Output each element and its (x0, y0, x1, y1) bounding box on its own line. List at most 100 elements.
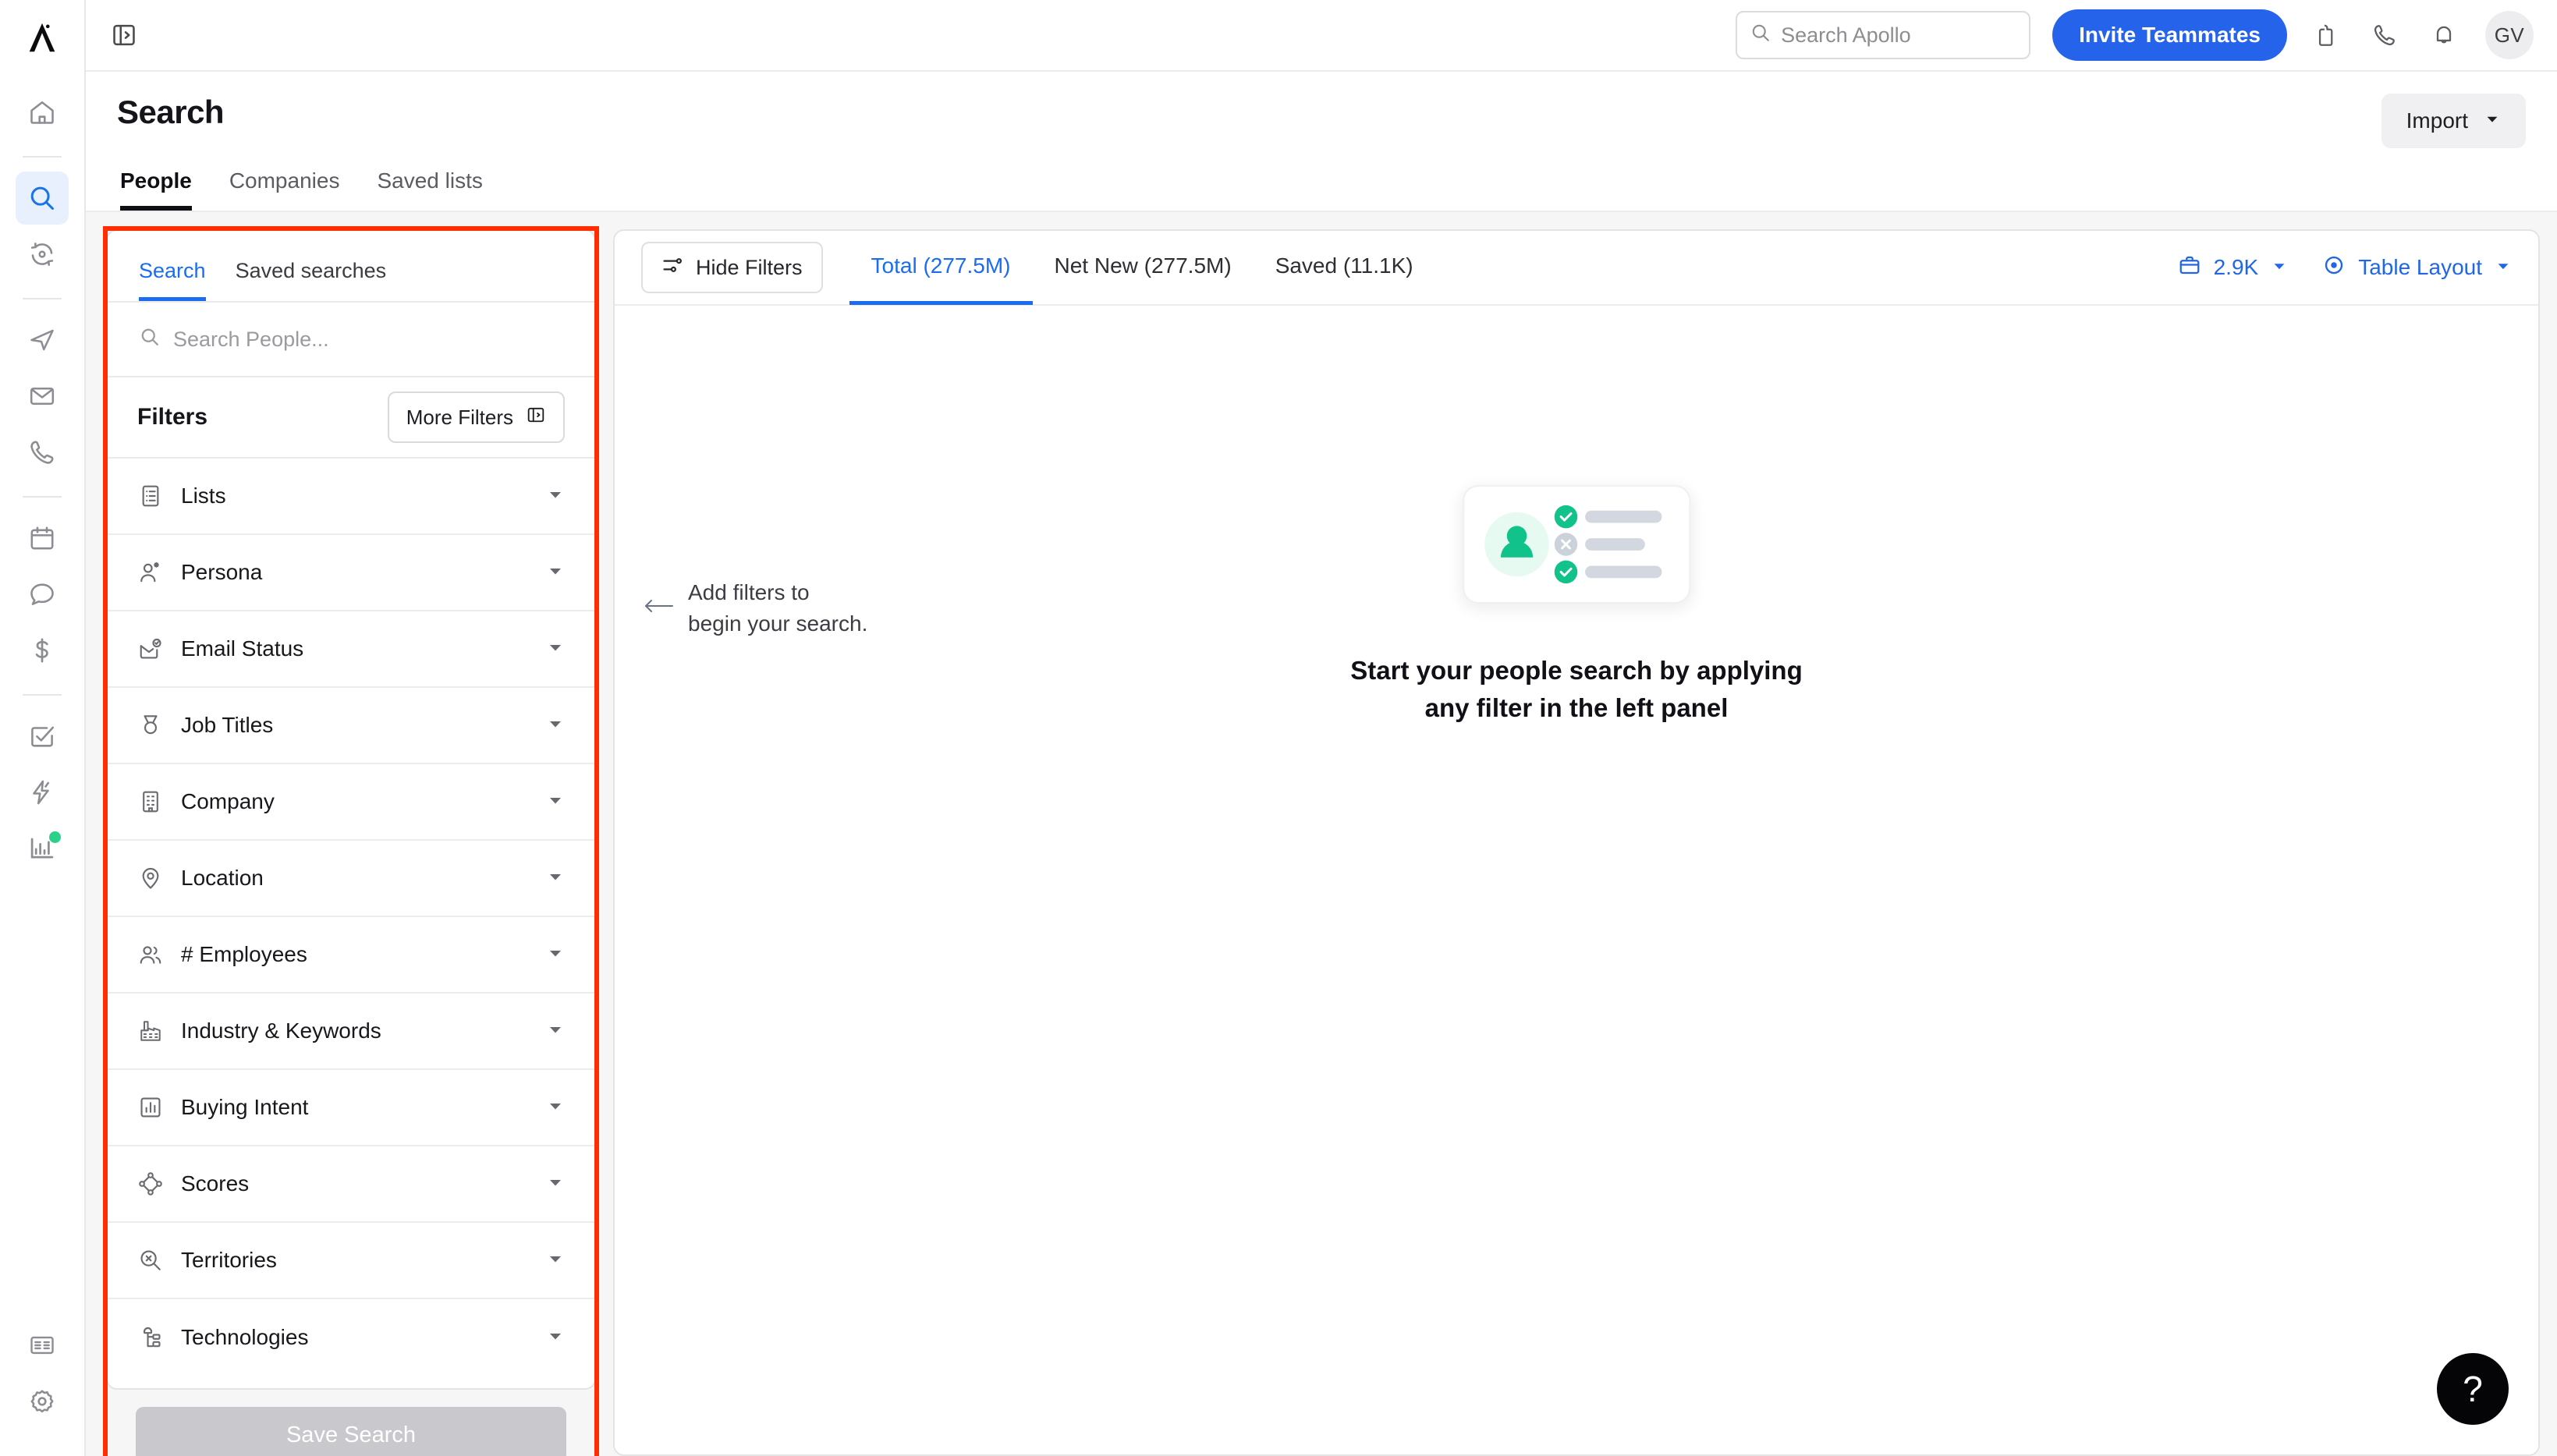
scores-icon (137, 1171, 164, 1197)
table-layout-button[interactable]: Table Layout (2322, 253, 2512, 282)
search-people-placeholder: Search People... (173, 328, 329, 352)
filter-row-label: Persona (181, 560, 262, 585)
caret-down-icon (546, 1249, 565, 1272)
more-filters-button[interactable]: More Filters (388, 391, 565, 443)
rail-item-meetings[interactable] (16, 512, 69, 565)
arrow-left-icon (643, 594, 674, 622)
filters-label: Filters (137, 404, 207, 430)
filter-row-location[interactable]: Location (108, 841, 594, 917)
sidebar-collapse-icon[interactable] (103, 14, 145, 56)
search-icon (1750, 22, 1771, 49)
filter-row-employees[interactable]: # Employees (108, 917, 594, 994)
table-layout-label: Table Layout (2358, 255, 2482, 280)
filter-row-scores[interactable]: Scores (108, 1146, 594, 1223)
caret-down-icon (546, 485, 565, 508)
building-icon (137, 788, 164, 815)
rail-item-enrich[interactable] (16, 228, 69, 281)
results-panel: Hide Filters Total (277.5M) Net New (277… (613, 229, 2540, 1456)
territories-icon (137, 1247, 164, 1274)
import-label: Import (2406, 108, 2468, 133)
page-tabs: People Companies Saved lists (117, 168, 2526, 211)
results-tab-total-label: Total (277.5M) (871, 253, 1011, 278)
filter-row-label: Lists (181, 484, 226, 508)
invite-teammates-button[interactable]: Invite Teammates (2052, 9, 2287, 61)
filter-row-territories[interactable]: Territories (108, 1223, 594, 1299)
search-icon (139, 326, 161, 353)
empty-state-title: Start your people search by applying any… (1350, 652, 1802, 727)
rail-item-news[interactable] (16, 1319, 69, 1372)
filter-row-job-titles[interactable]: Job Titles (108, 688, 594, 764)
filter-row-buying-intent[interactable]: Buying Intent (108, 1070, 594, 1146)
rail-item-search[interactable] (16, 172, 69, 225)
rail-item-conversations[interactable] (16, 568, 69, 621)
filter-row-label: Job Titles (181, 713, 273, 738)
results-tab-net-new[interactable]: Net New (277.5M) (1033, 230, 1254, 305)
filter-row-label: Buying Intent (181, 1095, 308, 1120)
avatar[interactable]: GV (2485, 11, 2534, 59)
rail-item-sequences[interactable] (16, 314, 69, 367)
filter-tab-search[interactable]: Search (139, 259, 206, 301)
invite-teammates-label: Invite Teammates (2079, 23, 2261, 48)
bar-chart-icon (137, 1094, 164, 1121)
rail-item-deals[interactable] (16, 624, 69, 677)
filter-row-industry-keywords[interactable]: Industry & Keywords (108, 994, 594, 1070)
caret-down-icon (546, 714, 565, 737)
rail-item-tasks[interactable] (16, 710, 69, 763)
tab-saved-lists[interactable]: Saved lists (377, 168, 482, 211)
bell-icon[interactable] (2423, 14, 2465, 56)
apollo-logo-icon[interactable] (21, 17, 63, 59)
add-filters-hint-text: Add filters to begin your search. (688, 577, 867, 639)
tab-people[interactable]: People (120, 168, 192, 211)
results-tab-total[interactable]: Total (277.5M) (849, 230, 1033, 305)
filter-row-lists[interactable]: Lists (108, 459, 594, 535)
app-root: Search Apollo Invite Teammates (0, 0, 2557, 1456)
rail-divider (23, 156, 62, 158)
phone-icon[interactable] (2364, 14, 2406, 56)
filter-tab-saved-searches[interactable]: Saved searches (236, 259, 387, 301)
filter-row-persona[interactable]: Persona (108, 535, 594, 611)
rail-divider (23, 496, 62, 498)
hide-filters-button[interactable]: Hide Filters (641, 242, 823, 293)
global-search-placeholder: Search Apollo (1781, 23, 1911, 48)
caret-down-icon (546, 944, 565, 966)
rail-item-settings[interactable] (16, 1375, 69, 1428)
page-title: Search (117, 94, 224, 131)
persona-icon (137, 559, 164, 586)
tab-saved-lists-label: Saved lists (377, 168, 482, 193)
results-tabs: Total (277.5M) Net New (277.5M) Saved (1… (849, 230, 1435, 305)
add-filters-hint: Add filters to begin your search. (643, 577, 867, 639)
filter-list: Lists (108, 459, 594, 1388)
rail-item-analytics[interactable] (16, 822, 69, 875)
save-search-button[interactable]: Save Search (136, 1407, 566, 1456)
results-tab-net-new-label: Net New (277.5M) (1055, 253, 1232, 278)
briefcase-icon (2178, 253, 2201, 282)
chevron-down-icon (2484, 108, 2501, 133)
rail-item-home[interactable] (16, 86, 69, 139)
filter-tab-saved-searches-label: Saved searches (236, 259, 387, 282)
filter-row-label: # Employees (181, 942, 307, 967)
credits-button[interactable]: 2.9K (2178, 253, 2289, 282)
job-title-icon (137, 712, 164, 739)
import-button[interactable]: Import (2381, 94, 2526, 148)
analytics-badge-dot (49, 831, 61, 843)
rail-item-workflows[interactable] (16, 766, 69, 819)
rail-item-emails[interactable] (16, 370, 69, 423)
help-button[interactable]: ? (2437, 1353, 2509, 1425)
caret-down-icon (2271, 255, 2288, 280)
caret-down-icon (546, 867, 565, 890)
tab-companies[interactable]: Companies (229, 168, 340, 211)
top-bar: Search Apollo Invite Teammates (86, 0, 2557, 72)
more-filters-label: More Filters (406, 406, 513, 430)
filter-row-company[interactable]: Company (108, 764, 594, 841)
filter-row-label: Location (181, 866, 264, 891)
results-tab-saved[interactable]: Saved (11.1K) (1254, 230, 1435, 305)
search-people-input[interactable]: Search People... (108, 303, 594, 377)
rail-divider (23, 298, 62, 299)
caret-down-icon (546, 1096, 565, 1119)
chrome-extension-icon[interactable] (2304, 14, 2346, 56)
rail-item-calls[interactable] (16, 426, 69, 479)
filter-row-email-status[interactable]: Email Status (108, 611, 594, 688)
global-search-input[interactable]: Search Apollo (1736, 11, 2030, 59)
empty-state-block: Start your people search by applying any… (1350, 485, 1802, 727)
list-icon (137, 483, 164, 509)
